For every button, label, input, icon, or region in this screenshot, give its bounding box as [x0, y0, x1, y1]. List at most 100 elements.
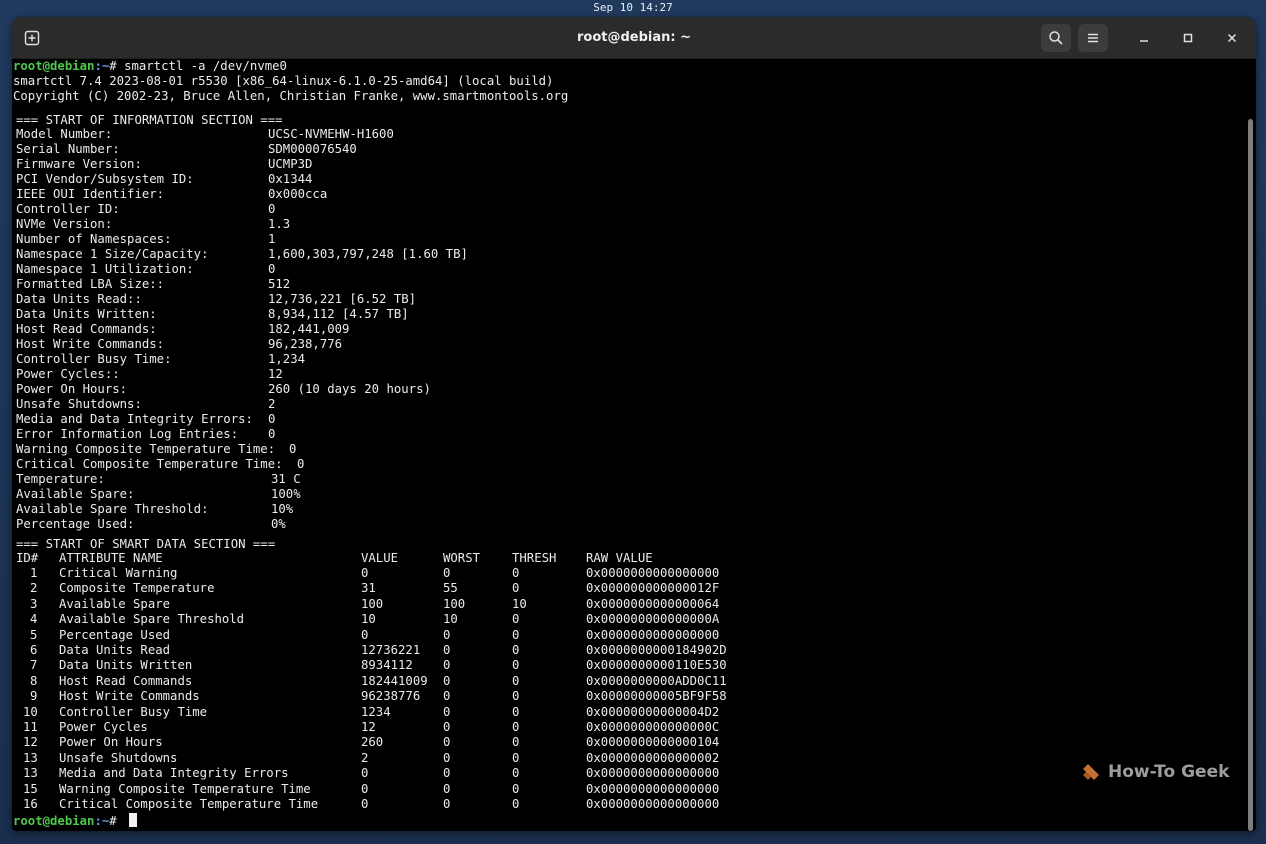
- attr-worst: 55: [443, 581, 458, 596]
- attr-name: Data Units Written: [59, 658, 193, 673]
- smart-table-header: ID# ATTRIBUTE NAME VALUE WORST THRESH RA…: [12, 551, 653, 566]
- attr-thresh: 0: [512, 766, 520, 781]
- info-label: Percentage Used:: [16, 517, 135, 531]
- attr-thresh: 0: [512, 720, 520, 734]
- system-clock[interactable]: Sep 10 14:27: [0, 0, 1266, 16]
- attr-worst: 0: [443, 658, 451, 673]
- attr-id: 15: [23, 781, 38, 796]
- how-to-geek-watermark: How-To Geek: [1080, 759, 1229, 785]
- info-label: Host Write Commands:: [16, 337, 165, 351]
- attr-value: 0: [361, 627, 369, 642]
- info-value: 100%: [271, 487, 301, 501]
- attr-id: 6: [30, 643, 38, 657]
- menu-button[interactable]: [1078, 24, 1108, 52]
- how-to-geek-logo-icon: [1083, 764, 1099, 780]
- attr-value: 10: [361, 612, 376, 627]
- attr-raw-value: 0x0000000000000000: [586, 566, 720, 580]
- scrollbar[interactable]: [1248, 119, 1253, 831]
- info-value: 1,600,303,797,248 [1.60 TB]: [268, 247, 468, 261]
- attr-raw-value: 0x0000000000000000: [586, 797, 720, 811]
- info-value: 0: [297, 457, 305, 471]
- search-button[interactable]: [1041, 24, 1071, 52]
- attr-value: 12736221: [361, 643, 421, 657]
- attr-value: 8934112: [361, 658, 413, 673]
- attr-thresh: 0: [512, 735, 520, 750]
- attr-raw-value: 0x0000000000184902D: [586, 643, 727, 657]
- attr-thresh: 0: [512, 643, 520, 657]
- prompt-user-host: root@debian: [13, 59, 95, 73]
- attr-name: Data Units Read: [59, 643, 171, 657]
- info-value: 96,238,776: [268, 337, 343, 351]
- attr-raw-value: 0x000000000000000C: [586, 720, 720, 734]
- smart-section-header: === START OF SMART DATA SECTION ===: [12, 537, 275, 552]
- attr-value: 12: [361, 720, 376, 734]
- attr-value: 0: [361, 781, 369, 796]
- info-label: Critical Composite Temperature Time:: [16, 457, 283, 471]
- info-label: Data Units Written:: [16, 307, 157, 321]
- attr-raw-value: 0x0000000000000000: [586, 627, 720, 642]
- info-label: IEEE OUI Identifier:: [16, 187, 165, 201]
- attr-id: 11: [23, 720, 38, 734]
- attr-name: Host Write Commands: [59, 689, 200, 704]
- terminal-output[interactable]: root@debian:~# smartctl -a /dev/nvme0 sm…: [12, 59, 1240, 831]
- info-label: Model Number:: [16, 127, 113, 141]
- attr-value: 31: [361, 581, 376, 596]
- copyright-line: Copyright (C) 2002-23, Bruce Allen, Chri…: [12, 89, 568, 104]
- info-label: Power Cycles::: [16, 367, 120, 381]
- info-value: 1: [268, 232, 276, 246]
- command-text: smartctl -a /dev/nvme0: [124, 59, 287, 73]
- info-value: 0: [289, 442, 297, 456]
- attr-id: 16: [23, 797, 38, 811]
- attr-id: 13: [23, 750, 38, 765]
- attr-worst: 0: [443, 566, 451, 580]
- attr-raw-value: 0x0000000000110E530: [586, 658, 727, 673]
- info-value: 0: [268, 202, 276, 216]
- attr-raw-value: 0x00000000000004D2: [586, 704, 720, 719]
- info-label: Number of Namespaces:: [16, 232, 172, 246]
- search-icon: [1049, 31, 1063, 45]
- attr-name: Composite Temperature: [59, 581, 215, 596]
- minimize-icon: [1140, 40, 1148, 42]
- maximize-button[interactable]: [1174, 24, 1202, 52]
- info-value: 0: [268, 412, 276, 426]
- terminal-window: root@debian: ~ root@debian:~# smartctl -…: [12, 17, 1256, 831]
- info-label: Warning Composite Temperature Time:: [16, 442, 276, 456]
- smart-header-text: === START OF SMART DATA SECTION ===: [16, 537, 276, 551]
- attr-raw-value: 0x0000000000000002: [586, 750, 720, 765]
- close-icon: [1227, 33, 1237, 43]
- attr-value: 100: [361, 596, 384, 611]
- attr-thresh: 0: [512, 704, 520, 719]
- info-section-header: === START OF INFORMATION SECTION ===: [12, 113, 283, 128]
- attr-name: Controller Busy Time: [59, 704, 208, 719]
- attr-thresh: 0: [512, 581, 520, 596]
- info-value: 1,234: [268, 352, 306, 366]
- attr-thresh: 0: [512, 673, 520, 688]
- info-value: UCMP3D: [268, 157, 313, 171]
- attr-worst: 100: [443, 596, 466, 611]
- attr-worst: 10: [443, 612, 458, 627]
- version-text: smartctl 7.4 2023-08-01 r5530 [x86_64-li…: [13, 74, 554, 88]
- attr-id: 4: [30, 612, 38, 627]
- close-button[interactable]: [1218, 24, 1246, 52]
- info-value: 260 (10 days 20 hours): [268, 382, 431, 396]
- new-tab-button[interactable]: [20, 26, 44, 50]
- final-prompt-line[interactable]: root@debian:~#: [12, 813, 138, 828]
- info-value: 0: [268, 262, 276, 276]
- attr-worst: 0: [443, 673, 451, 688]
- minimize-button[interactable]: [1130, 24, 1158, 52]
- column-header: ATTRIBUTE NAME: [59, 551, 163, 565]
- info-label: Available Spare:: [16, 487, 135, 501]
- attr-thresh: 0: [512, 612, 520, 627]
- info-label: Host Read Commands:: [16, 322, 157, 336]
- attr-id: 3: [30, 596, 38, 611]
- attr-raw-value: 0x00000000005BF9F58: [586, 689, 727, 704]
- attr-thresh: 10: [512, 596, 527, 611]
- attr-thresh: 0: [512, 797, 520, 811]
- title-bar: root@debian: ~: [12, 17, 1256, 59]
- attr-raw-value: 0x0000000000000104: [586, 735, 720, 750]
- attr-id: 2: [30, 581, 38, 596]
- attr-id: 1: [30, 566, 38, 580]
- attr-raw-value: 0x000000000000000A: [586, 612, 720, 627]
- maximize-icon: [1183, 33, 1193, 43]
- info-label: Controller Busy Time:: [16, 352, 172, 366]
